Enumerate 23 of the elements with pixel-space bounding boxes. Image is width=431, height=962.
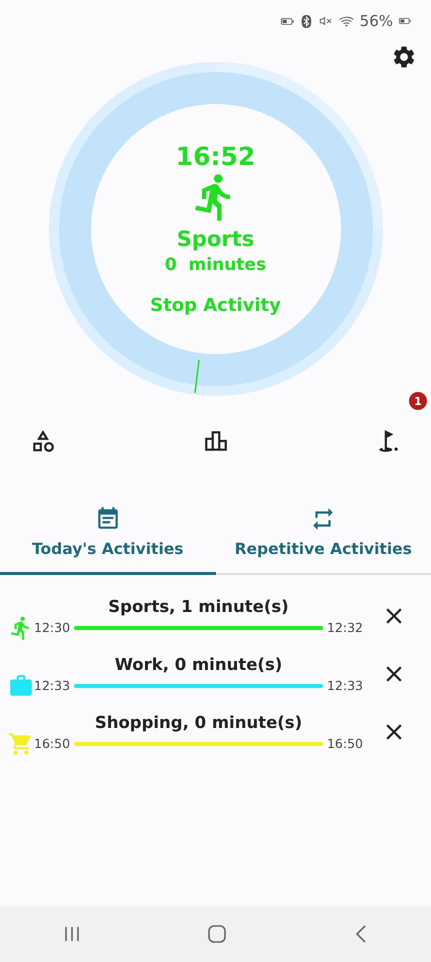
- recent-apps-icon[interactable]: [63, 925, 82, 943]
- notification-badge: 1: [409, 392, 427, 410]
- end-time: 12:32: [326, 620, 363, 635]
- battery-level: 56%: [360, 12, 393, 30]
- back-icon[interactable]: [354, 924, 368, 944]
- activity-title: Shopping, 0 minute(s): [94, 713, 302, 732]
- mute-icon: [318, 14, 333, 28]
- end-time: 12:33: [326, 678, 363, 693]
- end-time: 16:50: [326, 736, 363, 751]
- activity-name: Sports: [176, 227, 254, 251]
- tab[interactable]: Today's Activities: [0, 506, 216, 575]
- start-time: 16:50: [34, 736, 70, 751]
- tab[interactable]: Repetitive Activities: [216, 506, 431, 575]
- home-icon[interactable]: [207, 924, 228, 944]
- timer-time: 16:52: [176, 142, 256, 171]
- bluetooth-icon: [300, 14, 313, 28]
- start-time: 12:33: [34, 678, 70, 693]
- start-time: 12:30: [34, 620, 70, 635]
- battery-icon: [399, 15, 411, 27]
- activity-duration: 0 minutes: [164, 255, 266, 275]
- activity-title: Sports, 1 minute(s): [108, 597, 289, 616]
- settings-icon[interactable]: [391, 44, 417, 70]
- activity-title: Work, 0 minute(s): [114, 655, 282, 674]
